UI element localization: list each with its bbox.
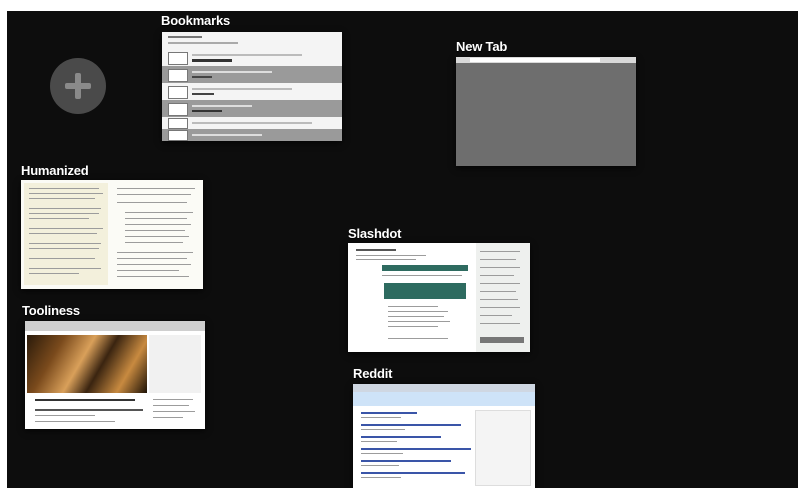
tab-title: Reddit <box>353 366 393 381</box>
tab-thumbnail-slashdot[interactable] <box>348 243 530 352</box>
tab-thumbnail-new-tab[interactable] <box>456 57 636 166</box>
tab-overview-canvas: Bookmarks New Tab Humanized Slashdot Too… <box>7 11 798 488</box>
tab-title: Tooliness <box>22 303 80 318</box>
tab-thumbnail-tooliness[interactable] <box>25 321 205 429</box>
tab-title: Slashdot <box>348 226 402 241</box>
tab-thumbnail-humanized[interactable] <box>21 180 203 289</box>
tab-title: Humanized <box>21 163 89 178</box>
tab-title: New Tab <box>456 39 508 54</box>
tab-thumbnail-reddit[interactable] <box>353 384 535 488</box>
tab-thumbnail-bookmarks[interactable] <box>162 32 342 141</box>
tab-title: Bookmarks <box>161 13 231 28</box>
new-tab-add-button[interactable] <box>50 58 106 114</box>
